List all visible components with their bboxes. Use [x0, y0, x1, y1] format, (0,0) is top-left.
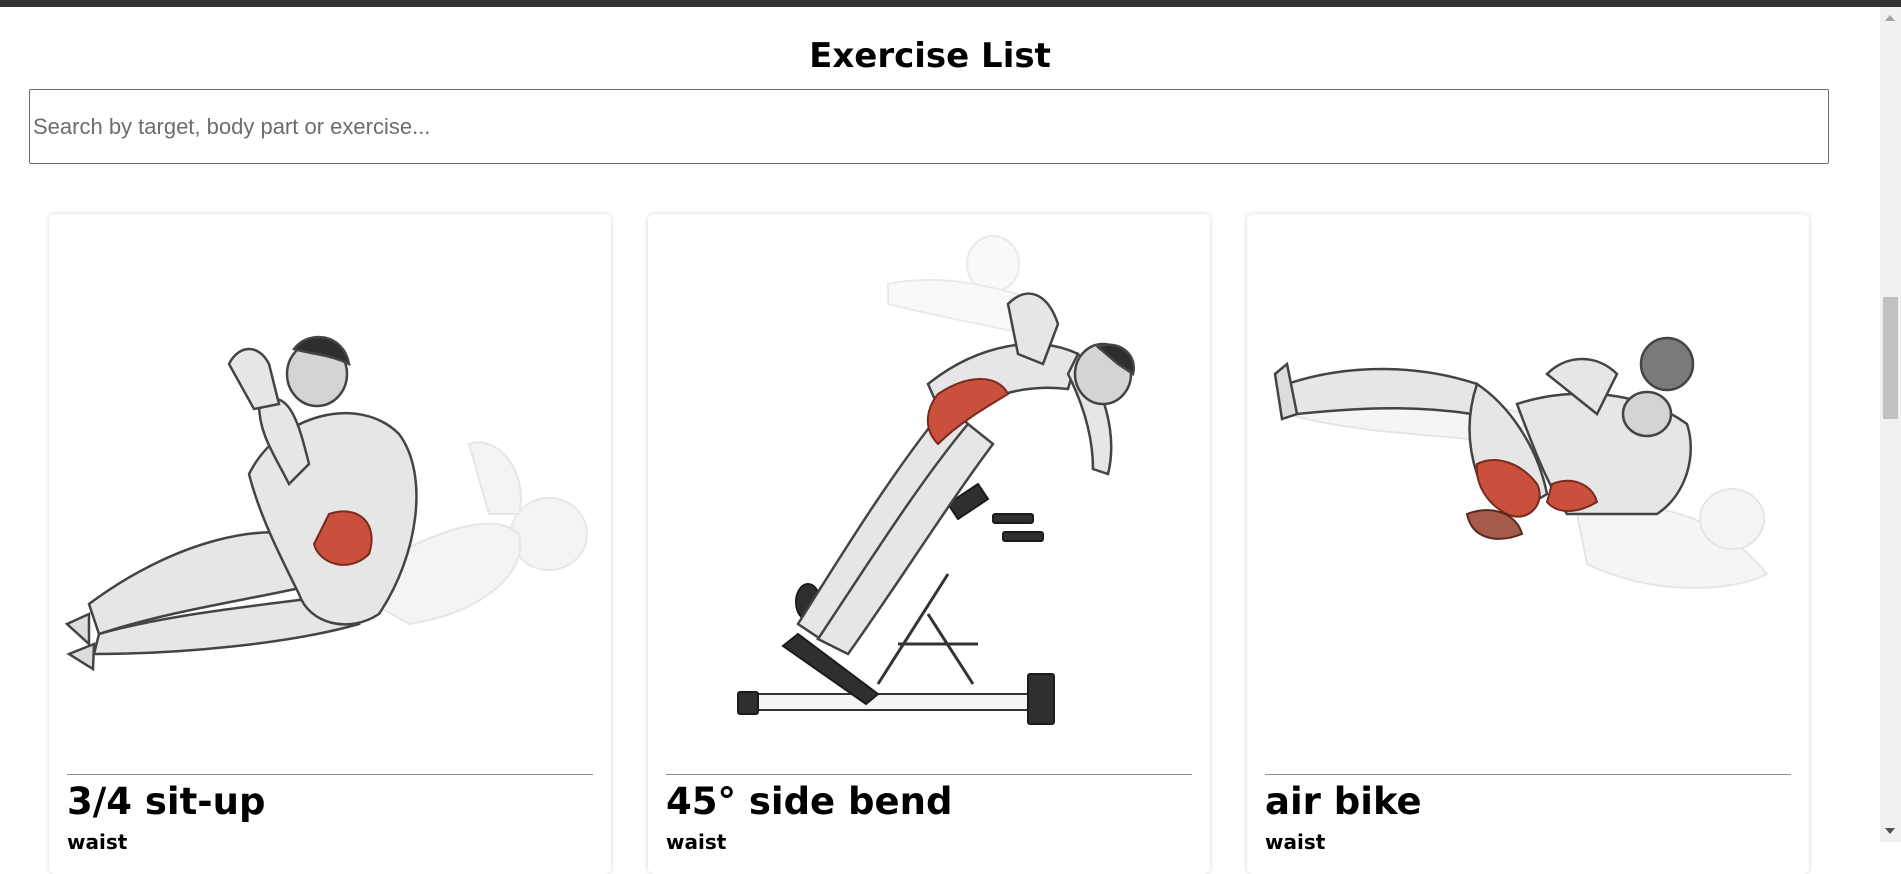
- exercise-name: 3/4 sit-up: [67, 780, 266, 823]
- sit-up-figure-icon: [64, 335, 588, 672]
- window-top-bar: [0, 0, 1901, 7]
- side-bend-bench-figure-icon: [737, 235, 1136, 725]
- exercise-image: [1247, 214, 1809, 754]
- card-divider: [666, 774, 1192, 775]
- exercise-body-part: waist: [67, 830, 128, 854]
- card-divider: [1265, 774, 1791, 775]
- search-input[interactable]: [29, 89, 1829, 164]
- exercise-body-part: waist: [666, 830, 727, 854]
- card-divider: [67, 774, 593, 775]
- exercise-name: air bike: [1265, 780, 1422, 823]
- page-title: Exercise List: [809, 36, 1051, 76]
- scrollbar-thumb[interactable]: [1883, 297, 1898, 419]
- exercise-body-part: waist: [1265, 830, 1326, 854]
- exercise-image: [49, 214, 611, 754]
- exercise-image: [648, 214, 1210, 754]
- vertical-scrollbar[interactable]: [1880, 7, 1901, 842]
- exercise-list-page: Exercise List Search by target, body par…: [0, 7, 1880, 874]
- scroll-up-arrow-icon[interactable]: [1885, 15, 1895, 21]
- exercise-name: 45° side bend: [666, 780, 953, 823]
- exercise-card[interactable]: 3/4 sit-up waist: [49, 214, 611, 874]
- air-bike-crunch-figure-icon: [1273, 336, 1769, 589]
- exercise-card[interactable]: 45° side bend waist: [648, 214, 1210, 874]
- exercise-card[interactable]: air bike waist: [1247, 214, 1809, 874]
- scroll-down-arrow-icon[interactable]: [1885, 828, 1895, 834]
